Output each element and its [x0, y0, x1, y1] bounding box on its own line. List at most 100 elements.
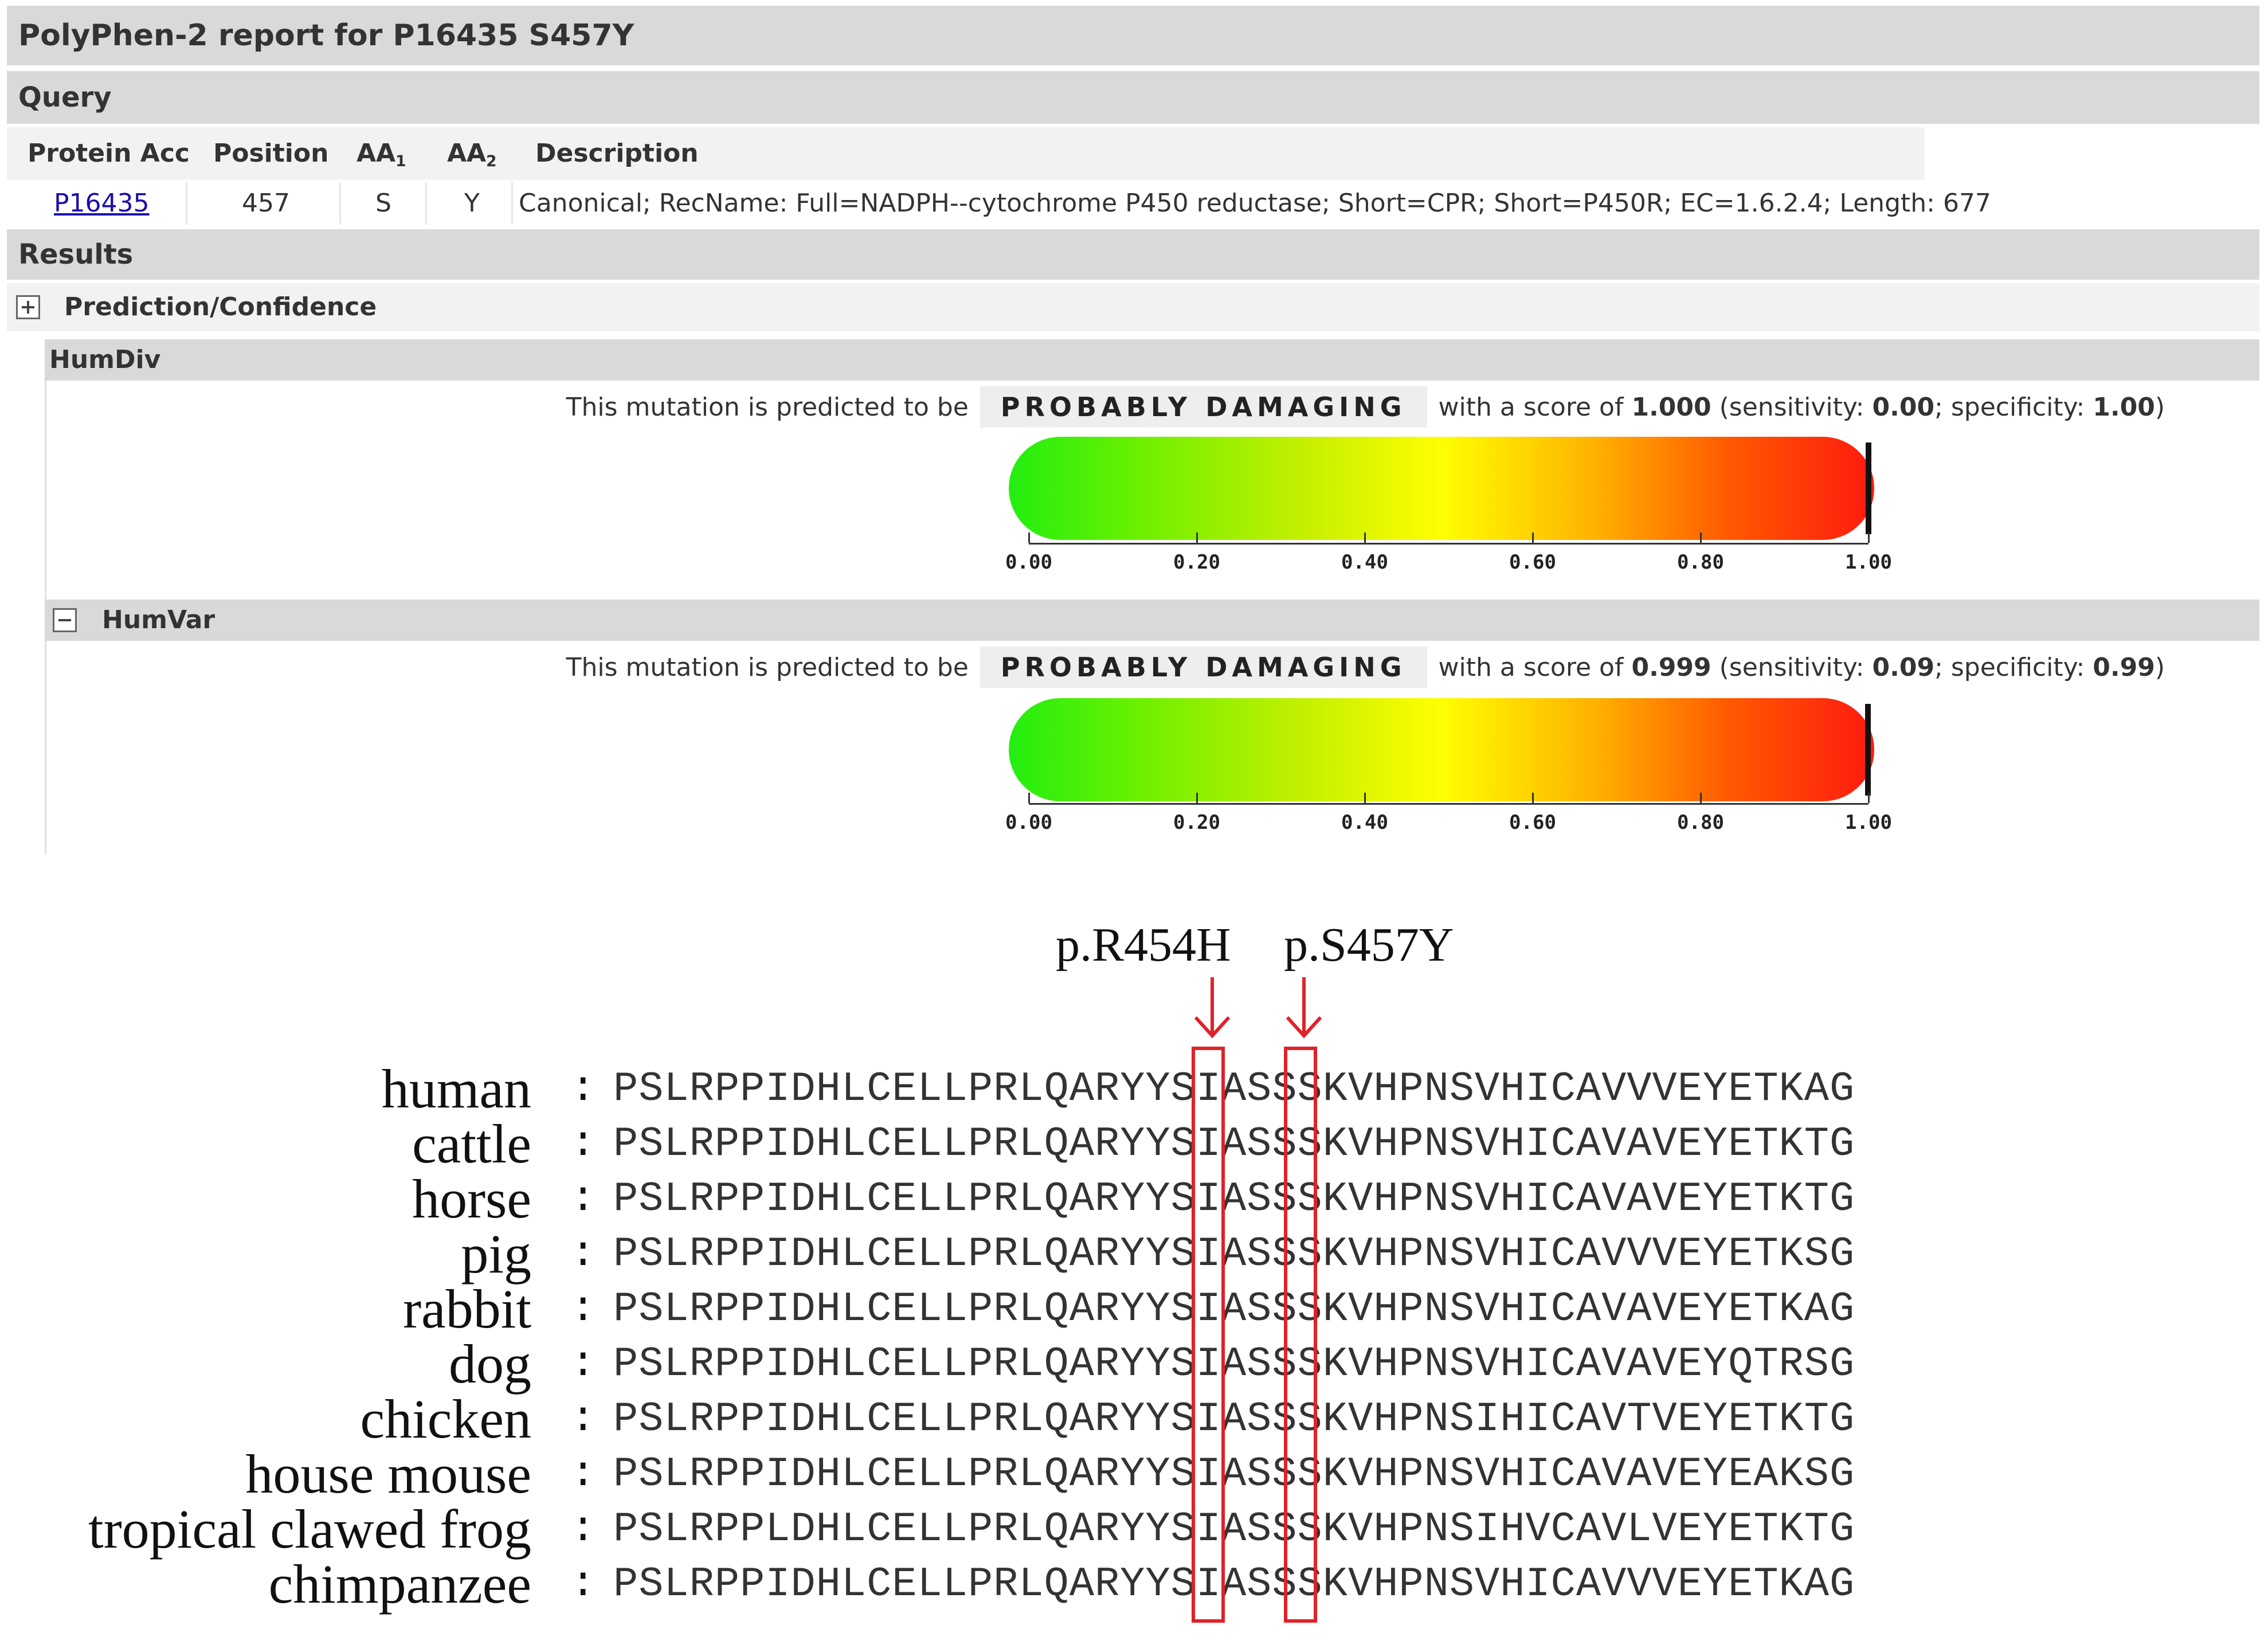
humdiv-score-gauge — [1009, 437, 1874, 540]
column-divider — [339, 182, 341, 225]
aa2-value: Y — [464, 189, 480, 218]
header-aa1: AA1 — [357, 139, 406, 170]
humdiv-specificity: 1.00 — [2093, 392, 2155, 422]
header-protein-acc: Protein Acc — [28, 139, 190, 168]
species-name: rabbit — [403, 1278, 531, 1340]
scale-tick-label: 0.00 — [1005, 811, 1052, 834]
column-divider — [511, 182, 513, 225]
species-name: horse — [412, 1168, 531, 1229]
collapse-minus-icon[interactable] — [53, 608, 77, 632]
query-table-header: Protein Acc Position AA1 AA2 Description — [7, 127, 1925, 180]
scale-tick-label: 0.60 — [1509, 551, 1556, 574]
humdiv-score: 1.000 — [1631, 392, 1711, 422]
humdiv-scale-axis — [1029, 543, 1869, 545]
expand-plus-icon[interactable] — [16, 295, 40, 319]
humvar-verdict-badge: PROBABLY DAMAGING — [980, 647, 1427, 688]
scale-tick-label: 0.80 — [1677, 811, 1724, 834]
protein-sequence: PSLRPPIDHLCELLPRLQARYYSIASSSKVHPNSVHICAV… — [613, 1286, 1855, 1333]
separator-colon: : — [570, 1120, 596, 1168]
protein-sequence: PSLRPPIDHLCELLPRLQARYYSIASSSKVHPNSVHICAV… — [613, 1066, 1855, 1113]
protein-sequence: PSLRPPIDHLCELLPRLQARYYSIASSSKVHPNSVHICAV… — [613, 1231, 1855, 1278]
scale-tick-label: 0.20 — [1173, 551, 1220, 574]
humvar-scale-axis — [1029, 803, 1869, 805]
query-table-row: P16435 457 S Y Canonical; RecName: Full=… — [7, 182, 1991, 225]
protein-acc-link[interactable]: P16435 — [54, 182, 150, 225]
scale-tick — [1364, 532, 1366, 543]
humdiv-verdict-badge: PROBABLY DAMAGING — [980, 386, 1427, 428]
query-section-header: Query — [7, 71, 2259, 124]
humdiv-prediction-text: This mutation is predicted to be PROBABL… — [566, 386, 2165, 428]
column-divider — [425, 182, 427, 225]
humvar-label: HumVar — [102, 605, 216, 635]
scale-tick-label: 0.40 — [1341, 551, 1388, 574]
prediction-confidence-toggle[interactable]: Prediction/Confidence — [7, 283, 2259, 331]
humvar-score-gauge — [1009, 698, 1874, 801]
scale-tick — [1868, 532, 1870, 543]
protein-sequence: PSLRPPIDHLCELLPRLQARYYSIASSSKVHPNSVHICAV… — [613, 1121, 1855, 1168]
scale-tick — [1868, 793, 1870, 803]
scale-tick — [1196, 532, 1198, 543]
scale-tick — [1028, 793, 1030, 803]
humvar-score-marker — [1864, 704, 1871, 796]
protein-sequence: PSLRPPIDHLCELLPRLQARYYSIASSSKVHPNSVHICAV… — [613, 1451, 1855, 1498]
humdiv-sensitivity: 0.00 — [1872, 392, 1935, 422]
mutation-label-r454h: p.R454H — [1056, 918, 1231, 972]
scale-tick-label: 0.80 — [1677, 551, 1724, 574]
arrow-down-icon — [1194, 977, 1231, 1039]
species-name: human — [381, 1058, 531, 1119]
report-title: PolyPhen-2 report for P16435 S457Y — [7, 6, 2259, 65]
humdiv-score-marker — [1866, 442, 1871, 534]
description-value: Canonical; RecName: Full=NADPH--cytochro… — [519, 189, 1991, 218]
header-description: Description — [535, 139, 699, 168]
scale-tick — [1700, 532, 1702, 543]
mutation-label-s457y: p.S457Y — [1284, 918, 1454, 972]
highlight-s457-column — [1284, 1047, 1317, 1623]
scale-tick-label: 0.20 — [1173, 811, 1220, 834]
column-divider — [186, 182, 187, 225]
separator-colon: : — [570, 1395, 596, 1443]
separator-colon: : — [570, 1230, 596, 1278]
separator-colon: : — [570, 1340, 596, 1388]
species-name: pig — [461, 1223, 531, 1285]
scale-tick-label: 1.00 — [1845, 811, 1892, 834]
separator-colon: : — [570, 1505, 596, 1553]
arrow-down-icon — [1286, 977, 1322, 1039]
separator-colon: : — [570, 1450, 596, 1498]
scale-tick — [1700, 793, 1702, 803]
humvar-header[interactable]: HumVar — [45, 600, 2259, 641]
species-name: house mouse — [245, 1443, 531, 1505]
separator-colon: : — [570, 1560, 596, 1608]
protein-sequence: PSLRPPLDHLCELLPRLQARYYSIASSSKVHPNSIHVCAV… — [613, 1506, 1855, 1553]
species-name: chicken — [360, 1388, 532, 1450]
humdiv-header: HumDiv — [45, 339, 2259, 381]
tree-line — [45, 381, 46, 600]
species-name: dog — [449, 1333, 531, 1395]
scale-tick — [1196, 793, 1198, 803]
position-value: 457 — [242, 189, 290, 218]
separator-colon: : — [570, 1175, 596, 1223]
scale-tick — [1532, 532, 1534, 543]
header-position: Position — [213, 139, 329, 168]
scale-tick — [1532, 793, 1534, 803]
humvar-prediction-text: This mutation is predicted to be PROBABL… — [566, 647, 2165, 688]
humvar-specificity: 0.99 — [2093, 652, 2155, 682]
scale-tick-label: 0.60 — [1509, 811, 1556, 834]
protein-sequence: PSLRPPIDHLCELLPRLQARYYSIASSSKVHPNSIHICAV… — [613, 1396, 1855, 1443]
species-name: cattle — [412, 1113, 531, 1174]
humvar-score: 0.999 — [1631, 652, 1711, 682]
humvar-sensitivity: 0.09 — [1872, 652, 1935, 682]
species-name: tropical clawed frog — [88, 1498, 531, 1560]
aa1-value: S — [375, 189, 391, 218]
scale-tick — [1364, 793, 1366, 803]
highlight-r454-column — [1192, 1047, 1225, 1623]
protein-sequence: PSLRPPIDHLCELLPRLQARYYSIASSSKVHPNSVHICAV… — [613, 1561, 1855, 1608]
results-section-header: Results — [7, 229, 2259, 280]
separator-colon: : — [570, 1065, 596, 1113]
protein-sequence: PSLRPPIDHLCELLPRLQARYYSIASSSKVHPNSVHICAV… — [613, 1341, 1855, 1388]
header-aa2: AA2 — [447, 139, 497, 170]
separator-colon: : — [570, 1285, 596, 1333]
scale-tick-label: 0.40 — [1341, 811, 1388, 834]
species-name: chimpanzee — [268, 1553, 531, 1615]
scale-tick — [1028, 532, 1030, 543]
tree-line — [45, 641, 46, 854]
